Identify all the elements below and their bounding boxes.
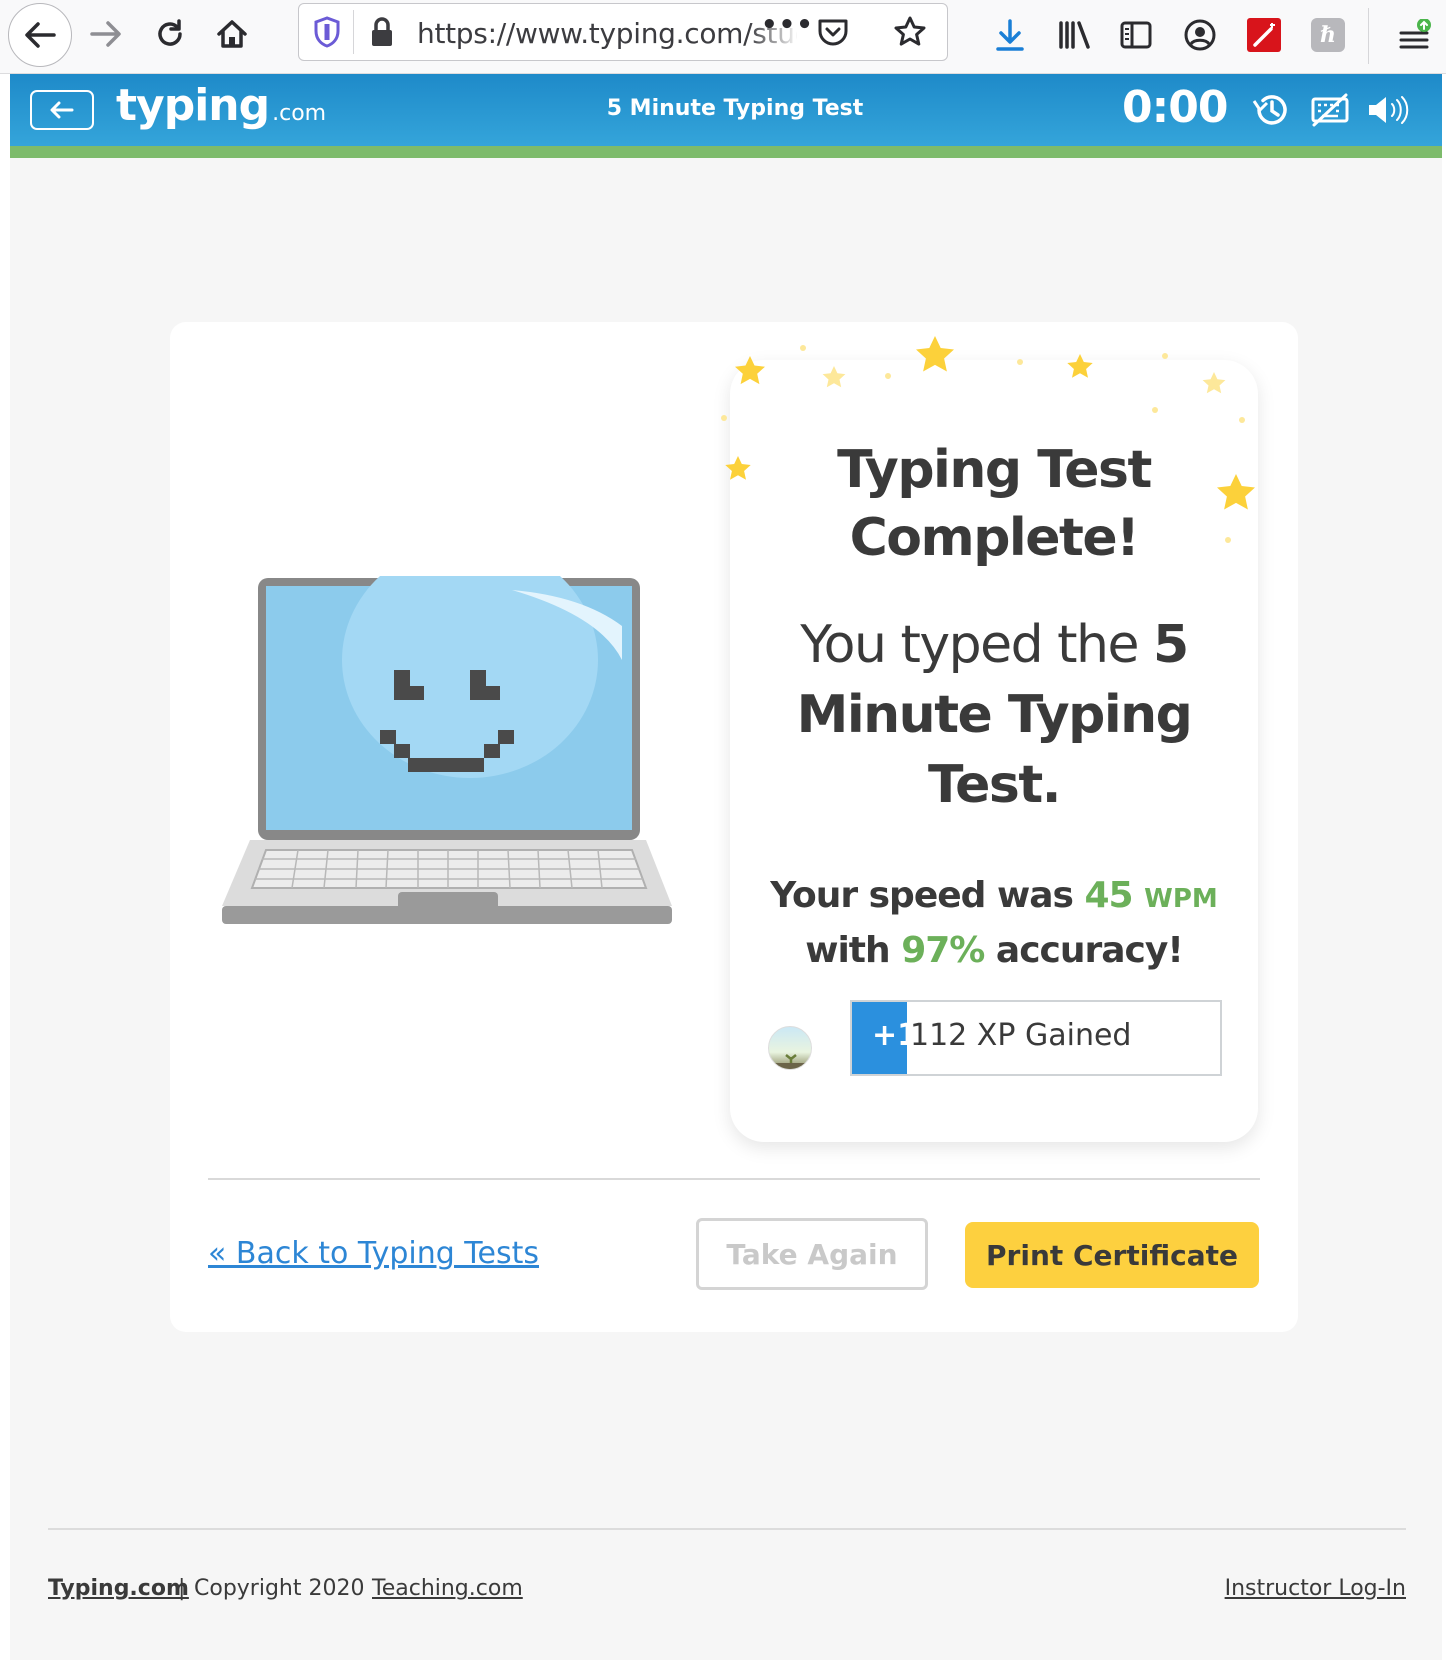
- typing-logo[interactable]: typing .com: [116, 80, 326, 131]
- footer-separator: |: [178, 1576, 186, 1601]
- arrow-right-icon: [90, 21, 121, 47]
- browser-home-button[interactable]: [212, 14, 252, 54]
- instructor-login-link[interactable]: Instructor Log-In: [1225, 1576, 1406, 1601]
- result-title-line1: Typing Test: [837, 440, 1152, 500]
- urlbar-divider: [353, 10, 354, 54]
- sound-button[interactable]: [1362, 88, 1416, 132]
- result-title: Typing Test Complete!: [730, 436, 1258, 572]
- logo-main: typing: [116, 80, 270, 131]
- actions-divider: [208, 1178, 1260, 1180]
- pocket-icon[interactable]: [817, 17, 849, 51]
- sidebar-button[interactable]: [1116, 14, 1156, 56]
- home-icon: [217, 20, 247, 48]
- footer-copyright: Copyright 2020: [194, 1576, 365, 1601]
- toolbar-divider: [1368, 8, 1369, 64]
- lock-icon[interactable]: [369, 16, 395, 52]
- history-button[interactable]: [1248, 88, 1292, 132]
- xp-gained-text: 112 XP Gained: [910, 1018, 1132, 1053]
- xp-progress-bar: +1 112 XP Gained: [850, 1000, 1222, 1076]
- keyboard-off-icon: [1311, 93, 1349, 127]
- hamburger-menu-icon: [1399, 19, 1431, 49]
- result-message: You typed the 5 Minute Typing Test.: [770, 610, 1218, 820]
- keyboard-toggle-button[interactable]: [1308, 88, 1352, 132]
- browser-reload-button[interactable]: [150, 14, 190, 54]
- user-avatar: [768, 1026, 812, 1070]
- arrow-left-icon: [50, 101, 74, 119]
- result-title-line2: Complete!: [849, 508, 1140, 568]
- browser-back-button[interactable]: [8, 3, 72, 67]
- result-bubble: Typing Test Complete! You typed the 5 Mi…: [721, 336, 1258, 1142]
- h-extension-icon: ℏ: [1311, 18, 1345, 52]
- speaker-icon: [1369, 96, 1409, 124]
- downloads-button[interactable]: [990, 14, 1030, 56]
- history-icon: [1252, 95, 1287, 125]
- page-actions-icon[interactable]: •••: [761, 10, 814, 40]
- header-accent-stripe: [10, 146, 1442, 158]
- accuracy-suffix: accuracy!: [995, 930, 1184, 971]
- app-menu-button[interactable]: [1394, 14, 1434, 58]
- take-again-button[interactable]: Take Again: [696, 1218, 928, 1290]
- result-stats: Your speed was 45 WPM with 97% accuracy!: [750, 870, 1238, 977]
- wpm-unit: WPM: [1144, 884, 1218, 914]
- page-body: Typing Test Complete! You typed the 5 Mi…: [10, 158, 1442, 1660]
- download-icon: [996, 19, 1024, 51]
- footer-typing-link[interactable]: Typing.com: [48, 1576, 189, 1601]
- tracking-shield-icon[interactable]: [313, 16, 341, 52]
- timer-display: 0:00: [1122, 82, 1228, 133]
- sidebar-icon: [1120, 21, 1152, 49]
- smiling-laptop-illustration: [222, 576, 672, 924]
- address-bar[interactable]: https://www.typing.com/student/ •••: [298, 3, 948, 61]
- back-to-typing-tests-link[interactable]: « Back to Typing Tests: [208, 1236, 539, 1271]
- library-button[interactable]: [1054, 14, 1094, 56]
- accuracy-value: 97%: [901, 930, 985, 971]
- magic-wand-icon: [1247, 18, 1281, 52]
- bookmark-star-icon[interactable]: [893, 15, 927, 51]
- browser-toolbar: https://www.typing.com/student/ ••• ℏ: [0, 0, 1446, 74]
- speed-prefix: Your speed was: [770, 875, 1074, 916]
- footer-teaching-link[interactable]: Teaching.com: [372, 1576, 523, 1601]
- accuracy-prefix: with: [805, 930, 890, 971]
- print-certificate-button[interactable]: Print Certificate: [965, 1222, 1259, 1288]
- arrow-left-icon: [25, 22, 56, 48]
- browser-forward-button[interactable]: [86, 14, 126, 54]
- account-button[interactable]: [1180, 14, 1220, 56]
- page-title: 5 Minute Typing Test: [606, 96, 864, 121]
- extension-h-button[interactable]: ℏ: [1308, 14, 1348, 56]
- footer-divider: [48, 1528, 1406, 1530]
- url-text: https://www.typing.com/student/: [417, 17, 797, 49]
- account-icon: [1184, 19, 1216, 51]
- header-back-button[interactable]: [30, 90, 94, 130]
- wpm-value: 45: [1084, 875, 1134, 916]
- extension-magic-button[interactable]: [1244, 14, 1284, 56]
- footer: Typing.com | Copyright 2020 Teaching.com…: [48, 1576, 1406, 1616]
- result-card: Typing Test Complete! You typed the 5 Mi…: [170, 322, 1298, 1332]
- reload-icon: [158, 19, 182, 46]
- message-prefix: You typed the: [800, 615, 1139, 675]
- library-icon: [1059, 21, 1090, 49]
- logo-tld: .com: [272, 101, 327, 126]
